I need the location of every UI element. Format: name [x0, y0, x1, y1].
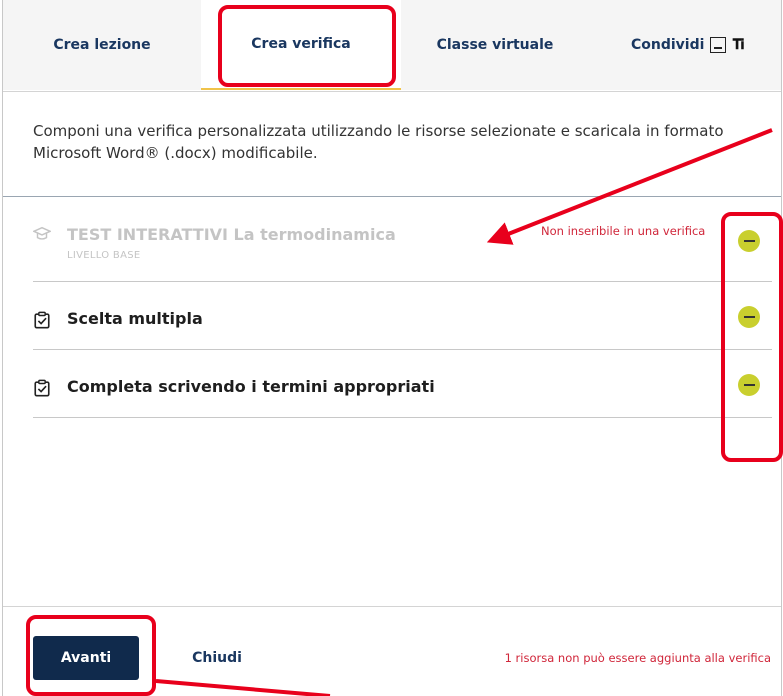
tab-classe-virtuale[interactable]: Classe virtuale	[401, 0, 589, 90]
tab-crea-verifica[interactable]: Crea verifica	[201, 0, 401, 90]
minus-icon	[743, 316, 755, 318]
tab-crea-lezione[interactable]: Crea lezione	[3, 0, 201, 90]
item-warning: Non inseribile in una verifica	[541, 224, 706, 238]
divider	[3, 196, 781, 197]
avanti-button[interactable]: Avanti	[33, 636, 139, 680]
tab-condividi-label: Condividi	[631, 37, 705, 53]
tab-bar: Crea lezione Crea verifica Classe virtua…	[3, 0, 781, 92]
remove-item-button[interactable]	[738, 374, 760, 396]
footer-warning: 1 risorsa non può essere aggiunta alla v…	[504, 651, 771, 665]
list-item-test-interattivi: TEST INTERATTIVI La termodinamica LIVELL…	[33, 213, 772, 282]
minus-icon	[743, 240, 755, 242]
share-screen-icon[interactable]	[710, 37, 727, 53]
item-title: Completa scrivendo i termini appropriati	[67, 377, 435, 396]
item-title: Scelta multipla	[67, 309, 203, 328]
minus-icon	[743, 384, 755, 386]
tab-condividi[interactable]: Condividi 𝐓𝐢	[589, 0, 781, 90]
create-test-panel: Crea lezione Crea verifica Classe virtua…	[2, 0, 782, 696]
remove-item-button[interactable]	[738, 230, 760, 252]
graduation-cap-icon	[33, 226, 51, 240]
item-level: LIVELLO BASE	[67, 250, 141, 261]
chiudi-button[interactable]: Chiudi	[179, 636, 255, 680]
list-item-completa-scrivendo: Completa scrivendo i termini appropriati	[33, 349, 772, 418]
clipboard-check-icon	[34, 311, 50, 329]
teams-icon[interactable]: 𝐓𝐢	[732, 37, 744, 53]
footer-divider	[3, 606, 781, 607]
item-title: TEST INTERATTIVI La termodinamica	[67, 225, 396, 244]
remove-item-button[interactable]	[738, 306, 760, 328]
list-item-scelta-multipla: Scelta multipla	[33, 281, 772, 350]
clipboard-check-icon	[34, 379, 50, 397]
description-text: Componi una verifica personalizzata util…	[33, 122, 724, 162]
